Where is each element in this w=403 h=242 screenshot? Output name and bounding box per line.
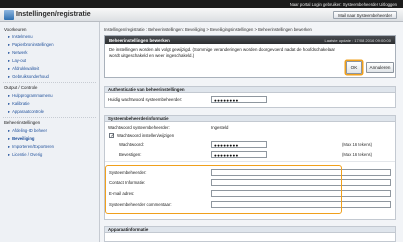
page-title: Instellingen/registratie <box>16 11 91 18</box>
sidebar-item-paper-source[interactable]: ▸ Papierbroninstellingen <box>8 42 54 47</box>
sidebar-item-utility[interactable]: ▸ Hulpprogrammamenu <box>8 93 53 98</box>
chevron-right-icon: ▸ <box>8 74 11 79</box>
dialog-message: De instellingen worden als volgt gewijzi… <box>109 47 336 58</box>
chevron-right-icon: ▸ <box>8 66 11 71</box>
sidebar-divider <box>3 117 96 118</box>
sidebar-section-management: Beheerinstellingen <box>4 120 41 125</box>
device-info-section: Apparaatinformatie <box>104 226 396 242</box>
sidebar-section-preferences: Voorkeuren <box>4 27 27 32</box>
change-password-checkbox[interactable]: ✓ <box>109 132 115 139</box>
top-bar: Naar portal Login gebruiker: Systeembehe… <box>0 0 403 8</box>
sidebar-item-layout[interactable]: ▸ Lay-out <box>8 58 26 63</box>
sidebar-section-output: Output / Controle <box>4 85 38 90</box>
auth-section-title: Authenticatie van beheerinstellingen <box>105 87 395 93</box>
ok-button[interactable]: OK <box>346 61 362 74</box>
sidebar-item-license[interactable]: ▸ Licentie / Overig <box>8 152 42 157</box>
chevron-right-icon: ▸ <box>8 136 11 141</box>
checkmark-icon: ✓ <box>110 132 115 139</box>
dialog-title: Beheerinstellingen bewerken <box>109 37 170 43</box>
contact-fields-highlight <box>105 165 342 214</box>
mail-admin-button[interactable]: Mail naar Systeembeheerder <box>333 10 397 19</box>
change-password-label: Wachtwoord instellen/wijzigen <box>117 133 175 138</box>
sidebar-item-department-id[interactable]: ▸ Afdeling-ID beheer <box>8 128 47 133</box>
chevron-right-icon: ▸ <box>8 42 11 47</box>
confirm-password-input[interactable]: ●●●●●●●● <box>211 151 267 158</box>
password-hint: (Max 16 tekens) <box>342 142 373 147</box>
cancel-button[interactable]: Annuleren <box>366 62 394 73</box>
sidebar-item-network[interactable]: ▸ Netwerk <box>8 50 27 55</box>
current-password-input[interactable]: ●●●●●●●● <box>211 96 267 103</box>
chevron-right-icon: ▸ <box>8 34 11 39</box>
password-input[interactable]: ●●●●●●●● <box>211 141 267 148</box>
top-bar-links[interactable]: Naar portal Login gebruiker: Systeembehe… <box>290 2 397 7</box>
sidebar-divider <box>3 82 96 83</box>
chevron-right-icon: ▸ <box>8 93 11 98</box>
sidebar-item-device-control[interactable]: ▸ Apparaatcontrole <box>8 109 44 114</box>
sysadmin-password-label: Wachtwoord systeembeheerder: <box>108 125 170 130</box>
sidebar-item-print-quality[interactable]: ▸ Afdrukkwaliteit <box>8 66 39 71</box>
title-bar: Instellingen/registratie Mail naar Syste… <box>0 8 403 22</box>
chevron-right-icon: ▸ <box>8 109 11 114</box>
confirm-password-hint: (Max 16 tekens) <box>342 152 373 157</box>
current-password-label: Huidig wachtwoord systeembeheerder: <box>108 97 183 102</box>
confirm-password-label: Bevestigen: <box>119 152 142 157</box>
chevron-right-icon: ▸ <box>8 144 11 149</box>
password-field-label: Wachtwoord: <box>119 142 144 147</box>
sidebar-item-setup-menu[interactable]: ▸ Instelmenu <box>8 34 33 39</box>
sysadmin-password-status: Ingesteld <box>211 125 229 130</box>
device-info-section-title: Apparaatinformatie <box>105 227 395 233</box>
chevron-right-icon: ▸ <box>8 50 11 55</box>
sysadmin-section-title: Systeembeheerderinformatie <box>105 116 395 122</box>
sidebar-item-security[interactable]: ▸ Beveiliging <box>8 136 34 141</box>
dialog-header: Beheerinstellingen bewerken Laatste upda… <box>105 36 395 44</box>
sidebar-item-import-export[interactable]: ▸ Importeren/Exporteren <box>8 144 54 149</box>
settings-app-icon <box>4 10 14 20</box>
last-update-timestamp: Laatste update : 17/08 2016 09:00:00 <box>324 37 391 43</box>
sidebar-item-calibration[interactable]: ▸ Kalibratie <box>8 101 30 106</box>
main-content: Instellingen/registratie : Beheerinstell… <box>104 22 403 242</box>
auth-section: Authenticatie van beheerinstellingen Hui… <box>104 86 396 108</box>
chevron-right-icon: ▸ <box>8 101 11 106</box>
edit-settings-dialog: Beheerinstellingen bewerken Laatste upda… <box>104 35 396 78</box>
breadcrumb: Instellingen/registratie : Beheerinstell… <box>104 27 312 32</box>
chevron-right-icon: ▸ <box>8 128 11 133</box>
chevron-right-icon: ▸ <box>8 152 11 157</box>
sidebar-item-maintenance[interactable]: ▸ Gebruiksonderhoud <box>8 74 49 79</box>
sidebar: Voorkeuren ▸ Instelmenu ▸ Papierbroninstel… <box>0 22 100 242</box>
chevron-right-icon: ▸ <box>8 58 11 63</box>
divider <box>105 161 395 162</box>
